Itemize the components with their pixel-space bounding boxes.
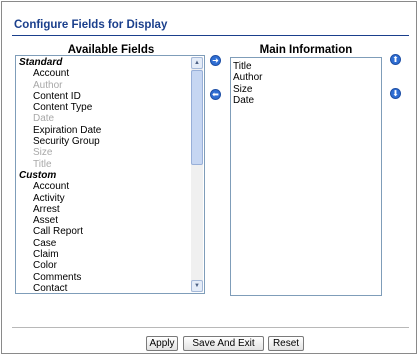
reset-button[interactable]: Reset (268, 336, 304, 351)
main-information-items: Title Author Size Date (233, 61, 379, 106)
main-information-list[interactable]: Title Author Size Date (230, 57, 382, 296)
list-item[interactable]: Case (18, 238, 190, 249)
remove-field-arrow-left-icon[interactable]: ⬅ (210, 89, 221, 100)
title-divider (12, 35, 409, 36)
list-item[interactable]: Asset (18, 215, 190, 226)
apply-button[interactable]: Apply (146, 336, 178, 351)
page-title: Configure Fields for Display (14, 19, 168, 31)
list-group-header: Standard (19, 57, 63, 68)
list-item: Title (33, 158, 52, 170)
move-up-arrow-up-icon[interactable]: ⬆ (390, 54, 401, 65)
list-group-header: Custom (19, 169, 57, 181)
list-item[interactable]: Arrest (18, 204, 190, 215)
list-item[interactable]: Date (233, 95, 379, 106)
list-item[interactable]: Title (233, 61, 379, 72)
list-item[interactable]: Content ID (18, 91, 190, 102)
bottom-divider (12, 327, 409, 328)
main-information-heading: Main Information (259, 44, 353, 56)
list-item[interactable]: Color (18, 260, 190, 271)
list-item[interactable]: Content Type (18, 102, 190, 113)
scroll-down-arrow-icon[interactable]: ▼ (191, 280, 203, 292)
list-item[interactable]: Activity (18, 193, 190, 204)
list-item: Author (33, 79, 63, 91)
move-down-arrow-down-icon[interactable]: ⬇ (390, 88, 401, 99)
scrollbar-thumb[interactable] (191, 70, 203, 165)
list-item: Date (33, 113, 55, 125)
list-item[interactable]: Call Report (18, 226, 190, 237)
scroll-up-arrow-icon[interactable]: ▲ (191, 57, 203, 69)
list-item[interactable]: Account (18, 181, 190, 192)
list-item[interactable]: Claim (18, 249, 190, 260)
list-item[interactable]: Comments (18, 272, 190, 283)
list-item[interactable]: Contact (18, 283, 190, 293)
dialog-frame: Configure Fields for Display Available F… (1, 1, 417, 354)
available-fields-scrollbar[interactable]: ▲ ▼ (191, 57, 203, 292)
add-field-arrow-right-icon[interactable]: ➜ (210, 55, 221, 66)
available-fields-items: Standard Account Author Content ID Content T… (18, 57, 190, 293)
list-item[interactable]: Account (18, 68, 190, 79)
list-item[interactable]: Security Group (18, 136, 190, 147)
available-fields-list[interactable]: Standard Account Author Content ID Content T… (15, 55, 205, 294)
save-and-exit-button[interactable]: Save And Exit (183, 336, 264, 351)
list-item[interactable]: Size (233, 84, 379, 95)
list-item[interactable]: Author (233, 72, 379, 83)
list-item: Size (33, 147, 53, 159)
list-item[interactable]: Expiration Date (18, 125, 190, 136)
